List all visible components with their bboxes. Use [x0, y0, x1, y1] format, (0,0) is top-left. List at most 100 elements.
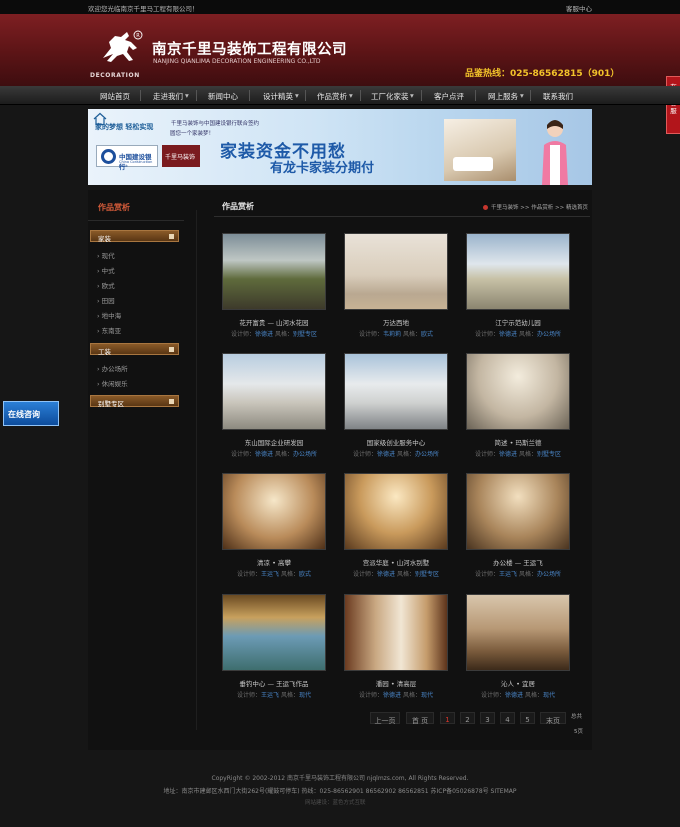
style-link[interactable]: 别墅专区: [415, 571, 439, 578]
work-card[interactable]: 垂钓中心 — 王运飞作品 设计师：王运飞 风格：现代: [222, 594, 326, 714]
designer-link[interactable]: 徐德进: [499, 331, 517, 338]
style-link[interactable]: 现代: [543, 692, 555, 699]
style-link[interactable]: 办公场所: [537, 331, 561, 338]
designer-link[interactable]: 徐德进: [383, 692, 401, 699]
work-title[interactable]: 办公楼 — 王运飞: [466, 557, 570, 567]
page-1[interactable]: 1: [440, 712, 455, 724]
work-title[interactable]: 花开富贵 — 山河水花园: [222, 317, 326, 327]
category-villa[interactable]: 别墅专区: [90, 395, 179, 408]
nav-about[interactable]: 走进我们: [153, 91, 183, 102]
work-card[interactable]: 国家级创业服务中心 设计师：徐德进 风格：办公场所: [344, 353, 448, 473]
category-home[interactable]: 家装: [90, 230, 179, 243]
nav-contact[interactable]: 联系我们: [543, 91, 573, 102]
work-thumbnail[interactable]: [466, 473, 570, 550]
style-link[interactable]: 现代: [421, 692, 433, 699]
style-link[interactable]: 别墅专区: [293, 331, 317, 338]
designer-link[interactable]: 徐德进: [499, 451, 517, 458]
style-link[interactable]: 办公场所: [293, 451, 317, 458]
work-thumbnail[interactable]: [222, 233, 326, 310]
work-title[interactable]: 宫派华庭 • 山河水别墅: [344, 557, 448, 567]
last-page-button[interactable]: 末页: [540, 712, 566, 725]
page-4[interactable]: 4: [500, 712, 515, 724]
designer-link[interactable]: 王运飞: [499, 571, 517, 578]
style-link[interactable]: 欧式: [299, 571, 311, 578]
service-center-link[interactable]: 客服中心: [566, 3, 592, 13]
sidebar-item-modern[interactable]: › 现代: [97, 250, 115, 260]
first-page-button[interactable]: 首 页: [406, 712, 434, 725]
breadcrumb-section[interactable]: 作品赏析: [531, 205, 553, 211]
online-service-tab[interactable]: 在线客服: [666, 76, 680, 134]
work-title[interactable]: 垂钓中心 — 王运飞作品: [222, 678, 326, 688]
work-title[interactable]: 万达西地: [344, 317, 448, 327]
designer-link[interactable]: 韦莉莉: [383, 331, 401, 338]
style-link[interactable]: 办公场所: [415, 451, 439, 458]
sidebar-item-european[interactable]: › 欧式: [97, 280, 115, 290]
sidebar-item-leisure[interactable]: › 休闲娱乐: [97, 378, 128, 388]
chevron-down-icon: ▾: [410, 91, 414, 100]
style-link[interactable]: 现代: [299, 692, 311, 699]
sidebar-item-office[interactable]: › 办公场所: [97, 363, 128, 373]
work-title[interactable]: 清凉 • 高攀: [222, 557, 326, 567]
work-card[interactable]: 潘园 • 清高层 设计师：徐德进 风格：现代: [344, 594, 448, 714]
style-link[interactable]: 欧式: [421, 331, 433, 338]
promo-banner[interactable]: 家的梦想 轻松实现 千里马装饰与中国建设银行联合签约 圆您一个家装梦！ 中国建设…: [88, 109, 592, 185]
work-thumbnail[interactable]: [344, 594, 448, 671]
designer-link[interactable]: 徐德进: [255, 451, 273, 458]
page-3[interactable]: 3: [480, 712, 495, 724]
work-title[interactable]: 东山国际企业研发园: [222, 437, 326, 447]
work-thumbnail[interactable]: [344, 473, 448, 550]
designer-link[interactable]: 徐德进: [505, 692, 523, 699]
work-title[interactable]: 国家级创业服务中心: [344, 437, 448, 447]
work-thumbnail[interactable]: [344, 233, 448, 310]
nav-online-service[interactable]: 网上服务: [488, 91, 518, 102]
work-card[interactable]: 沁人 • 宜居 设计师：徐德进 风格：现代: [466, 594, 570, 714]
nav-works[interactable]: 作品赏析: [317, 91, 347, 102]
work-thumbnail[interactable]: [222, 473, 326, 550]
footer-design-credit[interactable]: 网站建设：蓝色方式互联: [305, 798, 366, 806]
work-thumbnail[interactable]: [466, 233, 570, 310]
online-consult-button[interactable]: 在线咨询: [3, 401, 59, 426]
nav-designers[interactable]: 设计精英: [263, 91, 293, 102]
nav-factory[interactable]: 工厂化家装: [371, 91, 409, 102]
work-card[interactable]: 清凉 • 高攀 设计师：王运飞 风格：欧式: [222, 473, 326, 593]
style-link[interactable]: 办公场所: [537, 571, 561, 578]
category-commercial[interactable]: 工装: [90, 343, 179, 356]
designer-link[interactable]: 王运飞: [261, 692, 279, 699]
work-thumbnail[interactable]: [222, 594, 326, 671]
work-card[interactable]: 宫派华庭 • 山河水别墅 设计师：徐德进 风格：别墅专区: [344, 473, 448, 593]
sidebar-item-southeast-asian[interactable]: › 东南亚: [97, 325, 121, 335]
work-card[interactable]: 东山国际企业研发园 设计师：徐德进 风格：办公场所: [222, 353, 326, 473]
prev-page-button[interactable]: 上一页: [370, 712, 400, 725]
designer-link[interactable]: 徐德进: [255, 331, 273, 338]
work-card[interactable]: 办公楼 — 王运飞 设计师：王运飞 风格：办公场所: [466, 473, 570, 593]
work-thumbnail[interactable]: [344, 353, 448, 430]
sidebar-item-pastoral[interactable]: › 田园: [97, 295, 115, 305]
work-card[interactable]: 万达西地 设计师：韦莉莉 风格：欧式: [344, 233, 448, 353]
nav-home[interactable]: 网站首页: [100, 91, 130, 102]
style-link[interactable]: 别墅专区: [537, 451, 561, 458]
sidebar-item-mediterranean[interactable]: › 地中海: [97, 310, 121, 320]
work-card[interactable]: 花开富贵 — 山河水花园 设计师：徐德进 风格：别墅专区: [222, 233, 326, 353]
work-card[interactable]: 江宁示范幼儿园 设计师：徐德进 风格：办公场所: [466, 233, 570, 353]
work-thumbnail[interactable]: [466, 353, 570, 430]
designer-link[interactable]: 王运飞: [261, 571, 279, 578]
work-card[interactable]: 简述 • 玛斯兰德 设计师：徐德进 风格：别墅专区: [466, 353, 570, 473]
sidebar-item-chinese[interactable]: › 中式: [97, 265, 115, 275]
breadcrumb-separator: >>: [520, 205, 530, 211]
designer-link[interactable]: 徐德进: [377, 451, 395, 458]
work-thumbnail[interactable]: [466, 594, 570, 671]
work-title[interactable]: 简述 • 玛斯兰德: [466, 437, 570, 447]
page-5[interactable]: 5: [520, 712, 535, 724]
work-title[interactable]: 沁人 • 宜居: [466, 678, 570, 688]
nav-reviews[interactable]: 客户点评: [434, 91, 464, 102]
work-thumbnail[interactable]: [222, 353, 326, 430]
work-meta: 设计师：徐德进 风格：办公场所: [475, 331, 561, 338]
category-label: 家装: [98, 234, 111, 243]
horse-logo-icon[interactable]: R: [97, 28, 145, 68]
page-2[interactable]: 2: [460, 712, 475, 724]
nav-news[interactable]: 新闻中心: [208, 91, 238, 102]
work-title[interactable]: 潘园 • 清高层: [344, 678, 448, 688]
work-title[interactable]: 江宁示范幼儿园: [466, 317, 570, 327]
breadcrumb-home[interactable]: 千里马装饰: [491, 205, 519, 211]
designer-link[interactable]: 徐德进: [377, 571, 395, 578]
